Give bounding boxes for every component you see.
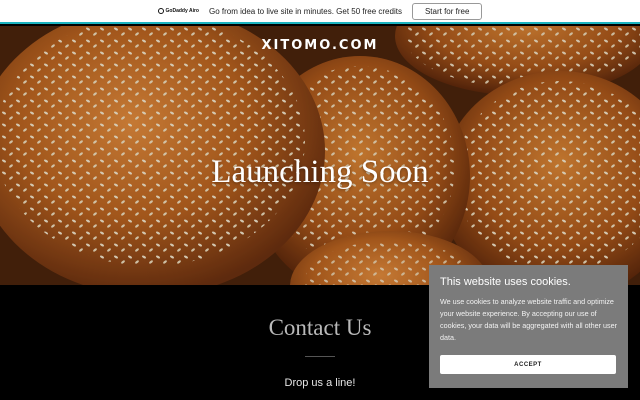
section-divider <box>305 356 335 357</box>
godaddy-logo[interactable]: GoDaddy Airo <box>157 8 199 14</box>
start-for-free-button[interactable]: Start for free <box>411 2 483 20</box>
cookie-message: We use cookies to analyze website traffi… <box>440 297 617 342</box>
hero-section: XITOMO.COM Launching Soon <box>0 26 640 285</box>
hero-title: Launching Soon <box>211 154 429 190</box>
site-brand[interactable]: XITOMO.COM <box>0 38 640 53</box>
promo-bar: GoDaddy Airo Go from idea to live site i… <box>0 0 640 24</box>
cookie-banner: This website uses cookies. We use cookie… <box>429 265 628 388</box>
promo-message: Go from idea to live site in minutes. Ge… <box>208 6 402 16</box>
cookie-title: This website uses cookies. <box>440 276 571 288</box>
godaddy-logo-icon <box>157 8 164 14</box>
accept-cookies-button[interactable]: ACCEPT <box>440 355 616 374</box>
godaddy-logo-text: GoDaddy Airo <box>165 8 199 14</box>
